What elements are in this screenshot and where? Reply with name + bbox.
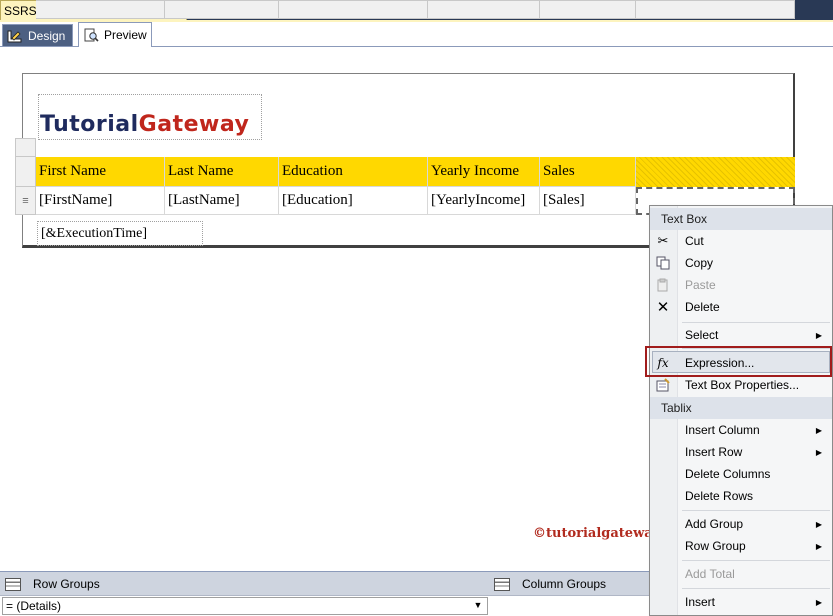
header-cell-new[interactable] bbox=[636, 157, 795, 187]
header-cell-last-name[interactable]: Last Name bbox=[165, 157, 279, 187]
menu-item-insert-column[interactable]: Insert Column ▶ bbox=[650, 419, 832, 441]
row-handle-details[interactable]: ≡ bbox=[15, 187, 36, 215]
tab-preview-label: Preview bbox=[104, 28, 147, 42]
menu-item-insert[interactable]: Insert ▶ bbox=[650, 591, 832, 613]
details-group-dropdown[interactable]: = (Details) ▼ bbox=[2, 597, 488, 615]
detail-cell-first-name[interactable]: [FirstName] bbox=[36, 187, 165, 215]
delete-x-icon: ✕ bbox=[656, 299, 670, 316]
header-cell-first-name[interactable]: First Name bbox=[36, 157, 165, 187]
menu-item-paste-label: Paste bbox=[685, 278, 716, 292]
column-handle[interactable] bbox=[165, 0, 279, 19]
menu-item-cut-label: Cut bbox=[685, 234, 704, 248]
menu-item-delete-label: Delete bbox=[685, 300, 720, 314]
preview-icon bbox=[83, 28, 99, 42]
row-groups-label: Row Groups bbox=[33, 577, 100, 591]
submenu-arrow-icon: ▶ bbox=[815, 519, 822, 529]
column-handle[interactable] bbox=[540, 0, 636, 19]
tablix-corner-handle[interactable] bbox=[15, 138, 36, 157]
menu-item-select-label: Select bbox=[685, 328, 719, 342]
row-groups-title: Row Groups bbox=[5, 572, 100, 596]
logo: TutorialGateway bbox=[40, 112, 249, 137]
copy-icon bbox=[654, 254, 672, 272]
submenu-arrow-icon: ▶ bbox=[815, 597, 822, 607]
scissors-icon: ✂ bbox=[657, 233, 669, 248]
menu-item-insert-row[interactable]: Insert Row ▶ bbox=[650, 441, 832, 463]
column-handle[interactable] bbox=[636, 0, 795, 19]
paste-icon bbox=[654, 276, 672, 294]
menu-separator bbox=[682, 588, 830, 589]
detail-cell-education[interactable]: [Education] bbox=[279, 187, 428, 215]
column-groups-label: Column Groups bbox=[522, 577, 607, 591]
menu-item-textbox-properties-label: Text Box Properties... bbox=[685, 378, 800, 392]
logo-part-2: Gateway bbox=[138, 112, 250, 137]
column-handle[interactable] bbox=[36, 0, 165, 19]
tab-design[interactable]: Design bbox=[2, 24, 73, 46]
detail-cell-sales[interactable]: [Sales] bbox=[540, 187, 636, 215]
menu-item-select[interactable]: Select ▶ bbox=[650, 324, 832, 346]
menu-item-paste[interactable]: Paste bbox=[650, 274, 832, 296]
context-menu: Text Box ✂ Cut Copy Paste ✕ Delete Selec… bbox=[649, 205, 833, 616]
menu-item-delete-columns-label: Delete Columns bbox=[685, 467, 771, 481]
execution-time-textbox[interactable]: [&ExecutionTime] bbox=[37, 221, 203, 246]
view-tabs-bar: Design Preview bbox=[0, 22, 833, 47]
header-cell-education[interactable]: Education bbox=[279, 157, 428, 187]
column-groups-icon bbox=[494, 577, 510, 591]
menu-item-copy[interactable]: Copy bbox=[650, 252, 832, 274]
menu-item-delete-rows-label: Delete Rows bbox=[685, 489, 754, 503]
menu-item-add-total-label: Add Total bbox=[685, 567, 735, 581]
chevron-down-icon[interactable]: ▼ bbox=[471, 600, 485, 613]
header-cell-yearly-income[interactable]: Yearly Income bbox=[428, 157, 540, 187]
detail-cell-yearly-income[interactable]: [YearlyIncome] bbox=[428, 187, 540, 215]
column-handle[interactable] bbox=[428, 0, 540, 19]
expression-highlight-box bbox=[645, 346, 832, 377]
menu-item-copy-label: Copy bbox=[685, 256, 714, 270]
menu-item-delete-columns[interactable]: Delete Columns bbox=[650, 463, 832, 485]
column-handle[interactable] bbox=[279, 0, 428, 19]
menu-separator bbox=[682, 322, 830, 323]
menu-item-delete[interactable]: ✕ Delete bbox=[650, 296, 832, 318]
column-groups-title: Column Groups bbox=[494, 572, 606, 596]
menu-item-textbox-properties[interactable]: Text Box Properties... bbox=[650, 374, 832, 396]
menu-section-textbox: Text Box bbox=[650, 208, 832, 230]
logo-part-1: Tutorial bbox=[40, 112, 139, 137]
submenu-arrow-icon: ▶ bbox=[815, 447, 822, 457]
menu-item-row-group-label: Row Group bbox=[685, 539, 746, 553]
menu-separator bbox=[682, 560, 830, 561]
menu-item-insert-column-label: Insert Column bbox=[685, 423, 760, 437]
row-handle-header[interactable] bbox=[15, 157, 36, 187]
row-groups-icon bbox=[5, 577, 21, 591]
menu-item-row-group[interactable]: Row Group ▶ bbox=[650, 535, 832, 557]
details-row-icon: ≡ bbox=[22, 194, 29, 207]
menu-section-tablix: Tablix bbox=[650, 397, 832, 419]
menu-item-delete-rows[interactable]: Delete Rows bbox=[650, 485, 832, 507]
submenu-arrow-icon: ▶ bbox=[815, 425, 822, 435]
header-cell-sales[interactable]: Sales bbox=[540, 157, 636, 187]
design-icon bbox=[7, 29, 23, 43]
menu-item-add-total[interactable]: Add Total bbox=[650, 563, 832, 585]
tab-preview[interactable]: Preview bbox=[78, 22, 152, 47]
tab-design-label: Design bbox=[28, 28, 66, 43]
menu-item-cut[interactable]: ✂ Cut bbox=[650, 230, 832, 252]
properties-icon bbox=[654, 376, 672, 394]
menu-item-add-group[interactable]: Add Group ▶ bbox=[650, 513, 832, 535]
details-group-value: = (Details) bbox=[6, 599, 62, 613]
menu-separator bbox=[682, 510, 830, 511]
menu-item-insert-row-label: Insert Row bbox=[685, 445, 743, 459]
submenu-arrow-icon: ▶ bbox=[815, 541, 822, 551]
submenu-arrow-icon: ▶ bbox=[815, 330, 822, 340]
menu-item-insert-label: Insert bbox=[685, 595, 716, 609]
detail-cell-last-name[interactable]: [LastName] bbox=[165, 187, 279, 215]
menu-item-add-group-label: Add Group bbox=[685, 517, 744, 531]
